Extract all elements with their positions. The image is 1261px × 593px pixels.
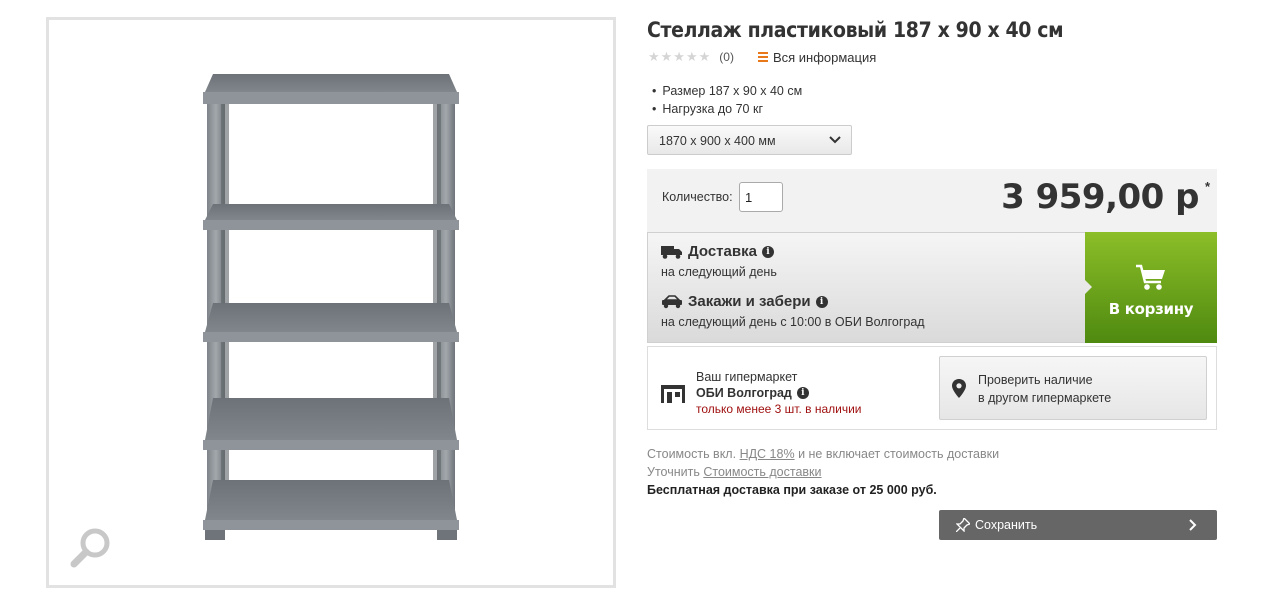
add-to-cart-label: В корзину: [1108, 300, 1194, 318]
cart-icon: [1136, 264, 1165, 290]
store-label: Ваш гипермаркет: [696, 370, 798, 384]
delivery-options: Доставка i на следующий день Закажи и за…: [647, 232, 1085, 343]
pickup-title-row: Закажи и забери i: [661, 293, 828, 310]
save-label: Сохранить: [975, 518, 1038, 532]
pin-icon: [956, 518, 970, 532]
product-title: Стеллаж пластиковый 187 x 90 x 40 см: [647, 18, 1064, 42]
clarify-prefix: Уточнить: [647, 465, 700, 479]
delivery-title: Доставка: [688, 243, 757, 260]
price-footnote-mark: *: [1204, 179, 1210, 194]
review-count[interactable]: (0): [719, 50, 734, 64]
size-select-value: 1870 x 900 x 400 мм: [659, 134, 776, 148]
delivery-subtitle: на следующий день: [661, 265, 777, 279]
quantity-price-panel: Количество: 3 959,00 р *: [647, 169, 1217, 232]
check-availability-line2: в другом гипермаркете: [978, 391, 1112, 405]
all-info-link[interactable]: Вся информация: [757, 49, 877, 65]
info-icon[interactable]: i: [815, 295, 828, 308]
rating-stars[interactable]: ★★★★★: [648, 49, 711, 65]
availability-text: только менее 3 шт. в наличии: [696, 402, 862, 416]
info-icon[interactable]: i: [761, 245, 774, 258]
price-notes: Стоимость вкл. НДС 18% и не включает сто…: [647, 445, 999, 499]
pickup-subtitle: на следующий день с 10:00 в ОБИ Волгогра…: [661, 315, 925, 329]
all-info-label: Вся информация: [772, 49, 877, 65]
quantity-input[interactable]: [739, 182, 783, 212]
feature-item: Нагрузка до 70 кг: [652, 100, 802, 118]
list-icon: [757, 51, 768, 63]
delivery-title-row: Доставка i: [661, 243, 774, 260]
quantity-label: Количество:: [662, 190, 733, 204]
map-pin-icon: [952, 379, 966, 398]
product-image-frame[interactable]: [46, 17, 616, 588]
free-delivery-note: Бесплатная доставка при заказе от 25 000…: [647, 483, 937, 497]
check-availability-button[interactable]: Проверить наличие в другом гипермаркете: [939, 356, 1207, 420]
vat-link[interactable]: НДС 18%: [740, 447, 795, 461]
car-icon: [662, 294, 682, 308]
rating-row: ★★★★★ (0) Вся информация: [648, 49, 876, 65]
pickup-title: Закажи и забери: [688, 293, 811, 310]
cart-notch: [1084, 279, 1092, 295]
store-name-row: ОБИ Волгоград i: [696, 385, 862, 401]
vat-prefix: Стоимость вкл.: [647, 447, 737, 461]
truck-icon: [661, 245, 682, 259]
vat-suffix: и не включает стоимость доставки: [798, 447, 1000, 461]
zoom-icon[interactable]: [69, 525, 113, 569]
feature-item: Размер 187 x 90 x 40 см: [652, 82, 802, 100]
delivery-cost-note: Уточнить Стоимость доставки: [647, 463, 999, 481]
price: 3 959,00 р: [1001, 177, 1199, 217]
check-availability-text: Проверить наличие в другом гипермаркете: [978, 371, 1111, 407]
vat-note: Стоимость вкл. НДС 18% и не включает сто…: [647, 445, 999, 463]
store-name[interactable]: ОБИ Волгоград: [696, 385, 792, 401]
info-icon[interactable]: i: [796, 387, 809, 399]
product-image: [203, 74, 459, 540]
store-box: Ваш гипермаркет ОБИ Волгоград i только м…: [647, 346, 1217, 430]
delivery-cost-link[interactable]: Стоимость доставки: [703, 465, 821, 479]
product-features: Размер 187 x 90 x 40 см Нагрузка до 70 к…: [652, 82, 802, 118]
check-availability-line1: Проверить наличие: [978, 373, 1093, 387]
chevron-right-icon: [1189, 519, 1197, 531]
size-select[interactable]: 1870 x 900 x 400 мм: [647, 125, 852, 155]
store-icon: [661, 385, 685, 403]
add-to-cart-button[interactable]: В корзину: [1084, 232, 1217, 343]
save-button[interactable]: Сохранить: [939, 510, 1217, 540]
store-info: Ваш гипермаркет ОБИ Волгоград i только м…: [696, 369, 862, 417]
chevron-down-icon: [829, 136, 841, 144]
